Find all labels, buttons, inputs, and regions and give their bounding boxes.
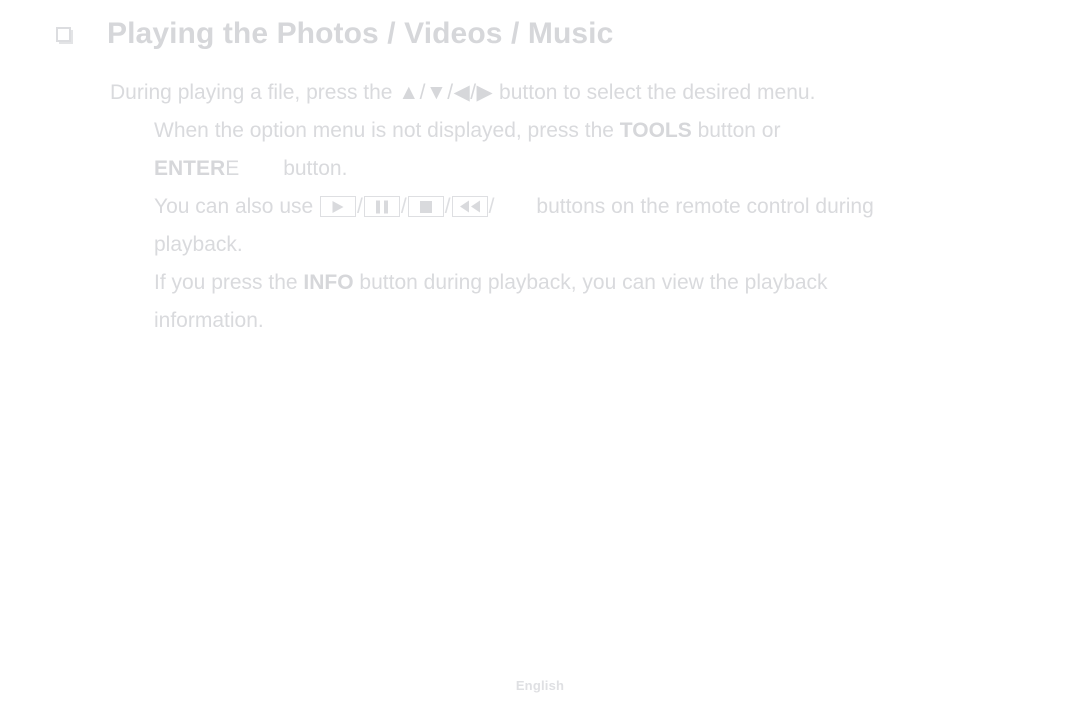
paragraph-1-text-after: button to select the desired menu. [493,81,816,104]
paragraph-3-text-before: You can also use [154,195,320,218]
stop-key [407,196,444,217]
paragraph-1-text-before: During playing a file, press the [110,81,399,104]
paragraph-3-text-wrap: playback. [154,233,243,256]
body-content: During playing a file, press the ▲/▼/◀/▶… [110,74,1040,340]
info-key-label: INFO [303,271,354,294]
paragraph-4-text-before: If you press the [154,271,304,294]
key-separator: / [444,195,451,218]
manual-page: Playing the Photos / Videos / Music Duri… [0,0,1080,705]
key-separator: / [357,195,363,218]
fast-forward-key [494,196,536,217]
rewind-key [451,196,488,217]
paragraph-directional-buttons: During playing a file, press the ▲/▼/◀/▶… [110,74,1040,112]
paragraph-tools-enter: When the option menu is not displayed, p… [154,112,1040,188]
paragraph-2-text-after: button. [283,157,348,180]
play-icon [332,200,344,213]
play-key [320,196,357,217]
key-separator: / [400,195,407,218]
hollow-square-bullet-icon [56,27,73,44]
paragraph-4-text-after: button during playback, you can view the… [353,271,828,294]
page-title: Playing the Photos / Videos / Music [107,17,614,50]
stop-icon [419,200,432,213]
paragraph-2-text-middle: button or [691,119,781,142]
footer-language-label: English [515,678,565,693]
paragraph-playback-buttons: You can also use / / / / buttons on the remo… [154,188,1040,264]
paragraph-info-button: If you press the INFO button during play… [154,264,1040,340]
tools-key-label: TOOLS [619,119,692,142]
section-heading: Playing the Photos / Videos / Music [56,14,1036,54]
enter-key-label: ENTER [154,157,226,180]
paragraph-2-text-before: When the option menu is not displayed, p… [154,119,620,142]
pause-key [363,196,400,217]
direction-arrows-glyphs: ▲/▼/◀/▶ [398,81,494,104]
enter-symbol-glyph: E [225,157,240,180]
pause-icon [375,200,388,213]
paragraph-4-text-wrap: information. [154,309,264,332]
paragraph-3-text-after: buttons on the remote control during [536,195,874,218]
rewind-icon [459,200,480,213]
